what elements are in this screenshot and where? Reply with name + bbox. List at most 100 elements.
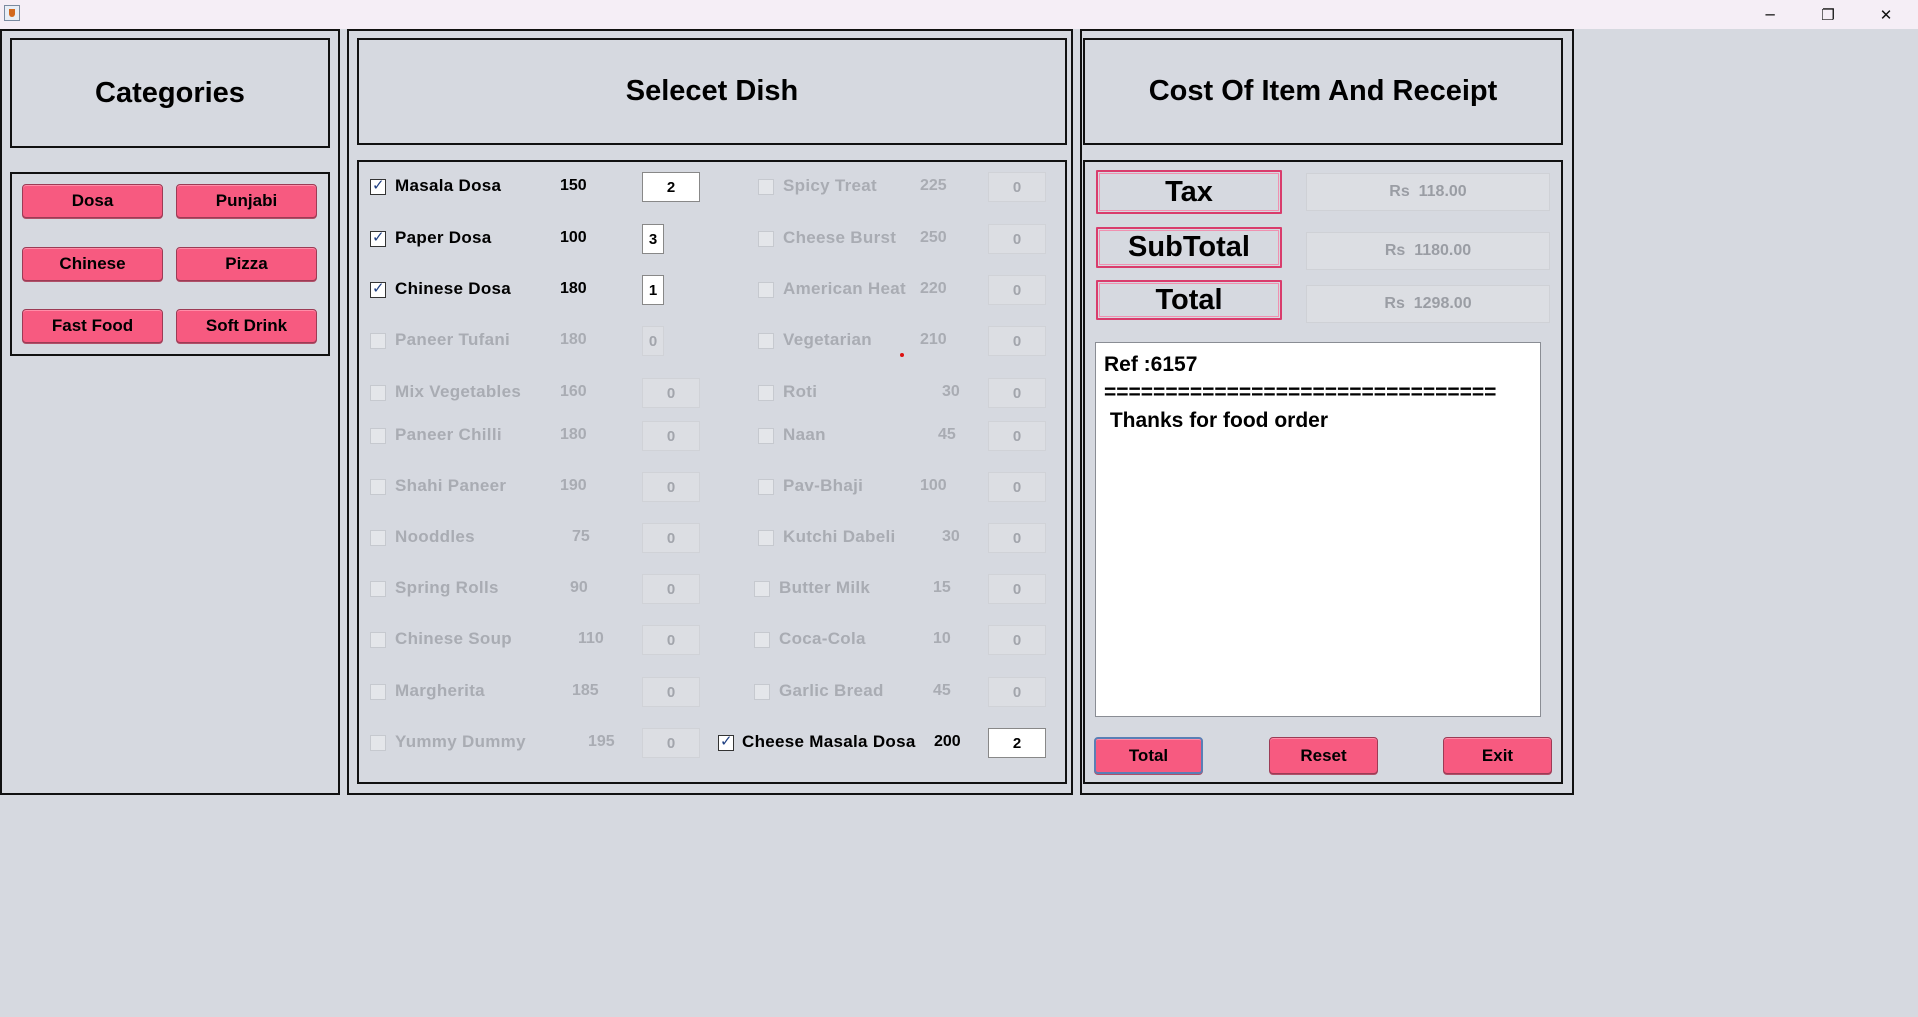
dish-name: Masala Dosa — [395, 176, 502, 195]
receipt-ref: Ref :6157 — [1104, 353, 1198, 376]
dish-checkbox[interactable] — [758, 333, 774, 349]
dish-checkbox[interactable] — [370, 385, 386, 401]
dish-price: 10 — [933, 630, 951, 647]
dish-price: 185 — [572, 682, 599, 699]
restore-button[interactable]: ❐ — [1799, 0, 1857, 29]
dish-quantity-field[interactable]: 3 — [642, 224, 664, 254]
dish-quantity-field[interactable]: 0 — [642, 677, 700, 707]
dish-quantity-field[interactable]: 0 — [988, 378, 1046, 408]
category-chinese-button[interactable]: Chinese — [22, 247, 163, 281]
dish-name: Paneer Tufani — [395, 330, 511, 349]
dish-name: Butter Milk — [779, 578, 871, 597]
dish-name: Margherita — [395, 681, 485, 700]
dish-quantity-field[interactable]: 0 — [642, 523, 700, 553]
dish-checkbox[interactable] — [370, 632, 386, 648]
dish-quantity-field[interactable]: 0 — [642, 378, 700, 408]
total-field[interactable]: Rs 1298.00 — [1306, 285, 1550, 323]
dish-price: 45 — [933, 682, 951, 699]
dish-checkbox[interactable] — [758, 385, 774, 401]
tax-field[interactable]: Rs 118.00 — [1306, 173, 1550, 211]
dish-checkbox[interactable] — [370, 228, 386, 247]
dish-price: 180 — [560, 426, 587, 443]
dish-name: Naan — [783, 425, 826, 444]
dish-price: 160 — [560, 383, 587, 400]
close-button[interactable]: ✕ — [1857, 0, 1915, 29]
subtotal-field[interactable]: Rs 1180.00 — [1306, 232, 1550, 270]
categories-heading: Categories — [95, 76, 245, 109]
dish-price: 30 — [942, 383, 960, 400]
dish-quantity-field[interactable]: 0 — [988, 472, 1046, 502]
dish-quantity-field[interactable]: 0 — [642, 574, 700, 604]
category-soft-drink-button[interactable]: Soft Drink — [176, 309, 317, 343]
window-titlebar: ─ ❐ ✕ — [0, 0, 1918, 29]
total-button[interactable]: Total — [1094, 737, 1203, 774]
dish-name: Kutchi Dabeli — [783, 527, 896, 546]
dish-checkbox[interactable] — [754, 581, 770, 597]
dish-price: 190 — [560, 477, 587, 494]
dish-quantity-field[interactable]: 0 — [988, 421, 1046, 451]
dish-quantity-field[interactable]: 0 — [988, 625, 1046, 655]
dish-quantity-field[interactable]: 0 — [988, 523, 1046, 553]
dish-quantity-field[interactable]: 0 — [988, 326, 1046, 356]
minimize-button[interactable]: ─ — [1741, 0, 1799, 29]
dish-quantity-field[interactable]: 0 — [642, 728, 700, 758]
category-fast-food-button[interactable]: Fast Food — [22, 309, 163, 343]
dish-quantity-field[interactable]: 0 — [642, 421, 700, 451]
dish-name: Spicy Treat — [783, 176, 878, 195]
dish-checkbox[interactable] — [370, 428, 386, 444]
dish-quantity-field[interactable]: 0 — [642, 472, 700, 502]
dish-quantity-field[interactable]: 0 — [642, 625, 700, 655]
reset-button[interactable]: Reset — [1269, 737, 1378, 774]
dish-name: Paneer Chilli — [395, 425, 502, 444]
dish-quantity-field[interactable]: 2 — [642, 172, 700, 202]
dish-checkbox[interactable] — [370, 176, 386, 195]
dish-name: American Heat — [783, 279, 906, 298]
dish-price: 180 — [560, 280, 587, 297]
receipt-message: Thanks for food order — [1104, 409, 1329, 432]
dish-name: Cheese Masala Dosa — [742, 732, 916, 751]
dish-name: Cheese Burst — [783, 228, 897, 247]
dish-name: Paper Dosa — [395, 228, 492, 247]
dish-heading: Selecet Dish — [625, 75, 799, 107]
dish-price: 110 — [578, 630, 604, 647]
dish-price: 15 — [933, 579, 951, 596]
dish-price: 30 — [942, 528, 960, 545]
dish-quantity-field[interactable]: 0 — [988, 574, 1046, 604]
dish-quantity-field[interactable]: 2 — [988, 728, 1046, 758]
dish-quantity-field[interactable]: 0 — [988, 172, 1046, 202]
category-dosa-button[interactable]: Dosa — [22, 184, 163, 218]
dish-checkbox[interactable] — [370, 530, 386, 546]
dish-price: 200 — [934, 733, 961, 750]
category-pizza-button[interactable]: Pizza — [176, 247, 317, 281]
receipt-separator: ================================ — [1104, 381, 1497, 404]
dish-checkbox[interactable] — [758, 231, 774, 247]
dish-name: Chinese Soup — [395, 629, 512, 648]
dish-checkbox[interactable] — [758, 179, 774, 195]
dish-name: Mix Vegetables — [395, 382, 522, 401]
dish-checkbox[interactable] — [758, 530, 774, 546]
category-punjabi-button[interactable]: Punjabi — [176, 184, 317, 218]
subtotal-label: SubTotal — [1096, 227, 1282, 268]
dish-checkbox[interactable] — [370, 581, 386, 597]
receipt-textarea[interactable]: Ref :6157 ==============================… — [1095, 342, 1541, 717]
dish-checkbox[interactable] — [758, 428, 774, 444]
dish-checkbox[interactable] — [370, 735, 386, 751]
dish-checkbox[interactable] — [754, 632, 770, 648]
dish-quantity-field[interactable]: 0 — [642, 326, 664, 356]
dish-quantity-field[interactable]: 0 — [988, 275, 1046, 305]
dish-checkbox[interactable] — [754, 684, 770, 700]
dish-quantity-field[interactable]: 0 — [988, 677, 1046, 707]
dish-checkbox[interactable] — [370, 684, 386, 700]
dish-price: 210 — [920, 331, 947, 348]
dish-checkbox[interactable] — [758, 479, 774, 495]
dish-checkbox[interactable] — [758, 282, 774, 298]
dish-quantity-field[interactable]: 0 — [988, 224, 1046, 254]
dish-checkbox[interactable] — [370, 279, 386, 298]
dish-checkbox[interactable] — [370, 333, 386, 349]
exit-button[interactable]: Exit — [1443, 737, 1552, 774]
dish-checkbox[interactable] — [370, 479, 386, 495]
dish-checkbox[interactable] — [718, 732, 734, 751]
dish-price: 250 — [920, 229, 947, 246]
dish-quantity-field[interactable]: 1 — [642, 275, 664, 305]
dish-name: Spring Rolls — [395, 578, 499, 597]
